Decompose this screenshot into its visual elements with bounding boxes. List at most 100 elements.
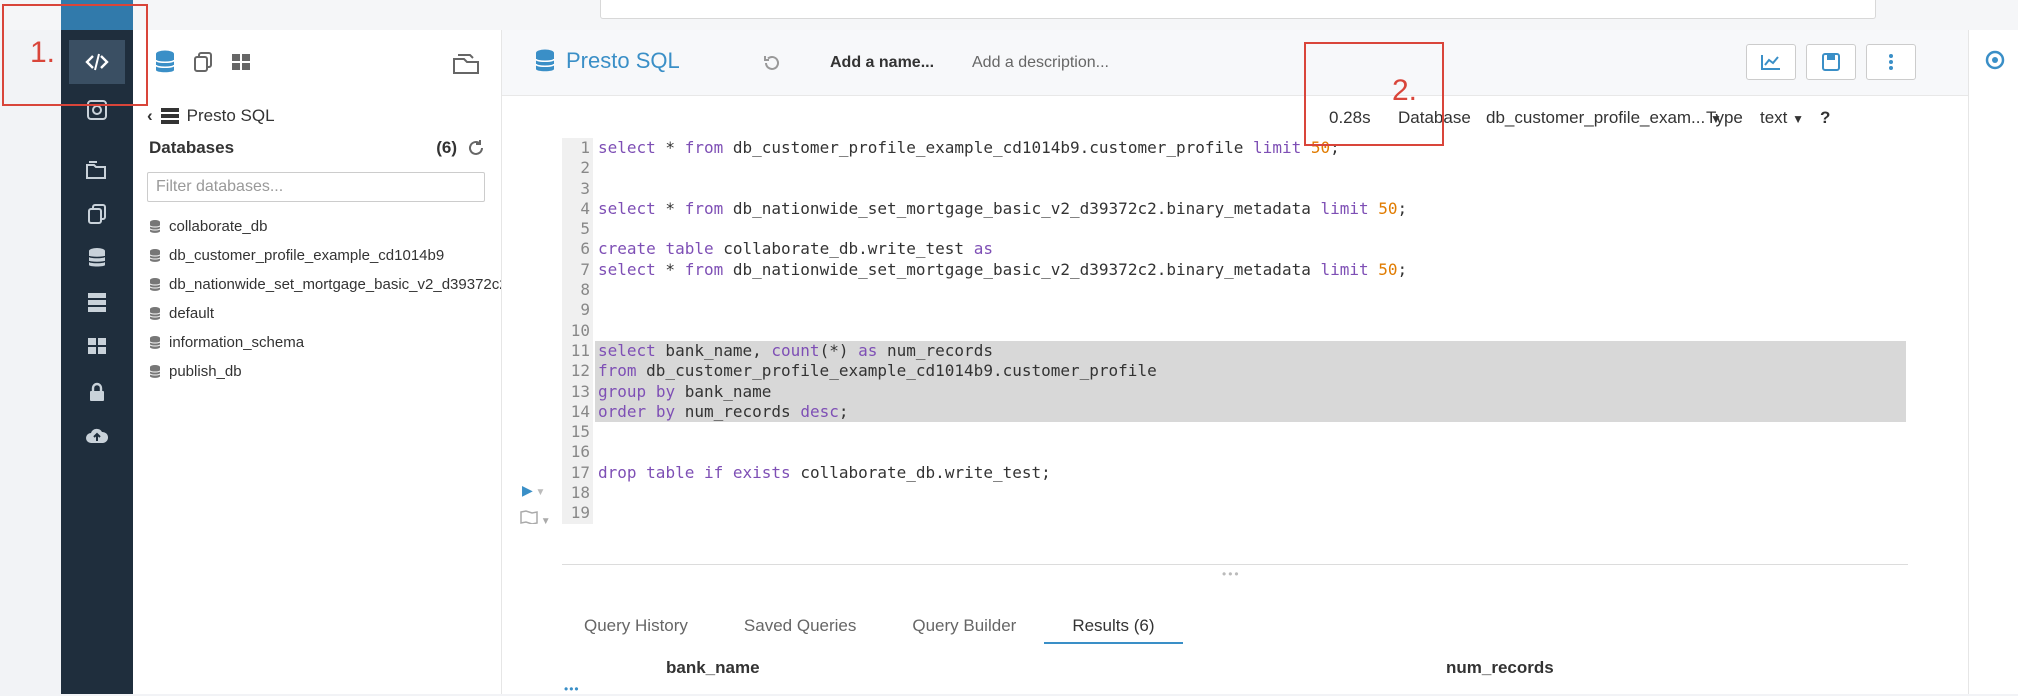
cloud-upload-icon[interactable] [69, 414, 125, 458]
assistant-icon[interactable] [1985, 50, 2005, 75]
line-number: 3 [562, 178, 593, 199]
database-item[interactable]: publish_db [149, 357, 501, 386]
code-line[interactable]: 18 [562, 483, 1906, 504]
column-header-num-records[interactable]: num_records [1446, 658, 1554, 678]
database-item[interactable]: default [149, 299, 501, 328]
code-text[interactable]: group by bank_name [598, 382, 771, 402]
line-number: 19 [562, 503, 593, 524]
server-icon[interactable] [69, 280, 125, 324]
help-button[interactable]: ? [1820, 108, 1830, 128]
code-line[interactable]: 15 [562, 422, 1906, 443]
code-text[interactable]: select * from db_nationwide_set_mortgage… [598, 199, 1407, 219]
save-button[interactable] [1806, 44, 1856, 80]
database-item-label[interactable]: publish_db [169, 363, 242, 380]
annotation-label-1: 1. [30, 36, 56, 69]
code-line[interactable]: 13 group by bank_name [562, 381, 1906, 402]
panel-splitter[interactable] [562, 564, 1908, 565]
line-number: 10 [562, 320, 593, 341]
tab-results-6[interactable]: Results (6) [1044, 610, 1183, 644]
query-description-field[interactable]: Add a description... [972, 54, 1109, 72]
dashboard-tab-icon[interactable] [229, 50, 253, 74]
line-number: 4 [562, 198, 593, 220]
code-line[interactable]: 12 from db_customer_profile_example_cd101… [562, 361, 1906, 382]
database-tab-icon[interactable] [153, 49, 177, 75]
code-editor[interactable]: 1 select * from db_customer_profile_examp… [562, 138, 1906, 524]
code-text[interactable]: select * from db_customer_profile_exampl… [598, 138, 1340, 158]
copy-icon[interactable] [69, 192, 125, 236]
caret-down-icon: ▼ [1792, 112, 1805, 126]
save-icon [1822, 53, 1840, 71]
database-icon [149, 365, 161, 378]
line-number: 15 [562, 422, 593, 443]
code-line[interactable]: 11 select bank_name, count(*) as num_reco… [562, 340, 1906, 362]
more-options-button[interactable] [1866, 44, 1916, 80]
code-text[interactable]: order by num_records desc; [598, 402, 848, 422]
explain-button[interactable]: ▼ [520, 510, 551, 527]
line-number: 13 [562, 381, 593, 402]
database-icon[interactable] [69, 236, 125, 280]
lock-icon[interactable] [69, 370, 125, 414]
column-header-bank-name[interactable]: bank_name [666, 658, 760, 678]
code-text[interactable]: select bank_name, count(*) as num_record… [598, 341, 993, 361]
refresh-icon[interactable] [467, 139, 485, 157]
code-line[interactable]: 17 drop table if exists collaborate_db.wr… [562, 462, 1906, 484]
splitter-handle[interactable]: ••• [1222, 567, 1241, 581]
tab-query-builder[interactable]: Query Builder [884, 610, 1044, 642]
top-search-input[interactable] [600, 0, 1876, 19]
database-item[interactable]: db_nationwide_set_mortgage_basic_v2_d393… [149, 270, 501, 299]
database-item-label[interactable]: db_nationwide_set_mortgage_basic_v2_d393… [169, 276, 501, 293]
filter-databases-input[interactable] [147, 172, 485, 202]
code-line[interactable]: 3 [562, 178, 1906, 199]
editor-title-text: Presto SQL [566, 48, 680, 73]
assist-panel: ‹ Presto SQL Databases (6) collaborate_d… [133, 30, 502, 694]
database-item-label[interactable]: default [169, 305, 214, 322]
code-line[interactable]: 10 [562, 320, 1906, 341]
code-text[interactable]: create table collaborate_db.write_test a… [598, 239, 993, 259]
database-select[interactable]: db_customer_profile_exam... ▼ [1486, 108, 1722, 128]
database-item-label[interactable]: collaborate_db [169, 218, 267, 235]
code-line[interactable]: 14 order by num_records desc; [562, 401, 1906, 423]
code-line[interactable]: 5 [562, 219, 1906, 240]
code-line[interactable]: 4 select * from db_nationwide_set_mortgag… [562, 198, 1906, 220]
chevron-left-icon[interactable]: ‹ [147, 106, 153, 126]
line-number: 9 [562, 300, 593, 321]
type-select[interactable]: text ▼ [1760, 108, 1804, 128]
breadcrumb-label[interactable]: Presto SQL [187, 106, 275, 126]
code-line[interactable]: 8 [562, 280, 1906, 301]
annotation-box-1 [2, 4, 148, 106]
folder-open-icon[interactable] [451, 50, 481, 81]
documents-tab-icon[interactable] [191, 50, 215, 74]
code-line[interactable]: 16 [562, 442, 1906, 463]
grid-icon[interactable] [69, 324, 125, 368]
undo-icon[interactable] [762, 54, 780, 77]
breadcrumb[interactable]: ‹ Presto SQL [147, 106, 275, 126]
query-name-field[interactable]: Add a name... [830, 54, 934, 72]
line-chart-icon [1761, 55, 1780, 70]
code-line[interactable]: 7 select * from db_nationwide_set_mortgag… [562, 259, 1906, 281]
chart-button[interactable] [1746, 44, 1796, 80]
execute-button[interactable]: ▶ ▼ [522, 482, 545, 499]
code-text[interactable]: from db_customer_profile_example_cd1014b… [598, 361, 1157, 381]
annotation-box-2 [1304, 42, 1444, 146]
line-number: 6 [562, 239, 593, 260]
folder-open-icon[interactable] [69, 148, 125, 192]
server-icon [160, 108, 179, 124]
database-item[interactable]: db_customer_profile_example_cd1014b9 [149, 241, 501, 270]
code-line[interactable]: 6 create table collaborate_db.write_test … [562, 239, 1906, 260]
code-text[interactable]: drop table if exists collaborate_db.writ… [598, 463, 1051, 483]
database-item[interactable]: information_schema [149, 328, 501, 357]
selection-highlight [595, 381, 1906, 402]
database-item-label[interactable]: information_schema [169, 334, 304, 351]
code-text[interactable]: select * from db_nationwide_set_mortgage… [598, 260, 1407, 280]
code-line[interactable]: 9 [562, 300, 1906, 321]
database-item[interactable]: collaborate_db [149, 212, 501, 241]
database-item-label[interactable]: db_customer_profile_example_cd1014b9 [169, 247, 444, 264]
annotation-label-2: 2. [1392, 74, 1418, 107]
code-line[interactable]: 1 select * from db_customer_profile_examp… [562, 138, 1906, 159]
code-line[interactable]: 19 [562, 503, 1906, 524]
code-line[interactable]: 2 [562, 158, 1906, 179]
tab-query-history[interactable]: Query History [562, 610, 716, 642]
tab-saved-queries[interactable]: Saved Queries [716, 610, 884, 642]
bottom-tabs: Query History Saved Queries Query Builder R… [562, 610, 1183, 644]
line-number: 1 [562, 138, 593, 159]
